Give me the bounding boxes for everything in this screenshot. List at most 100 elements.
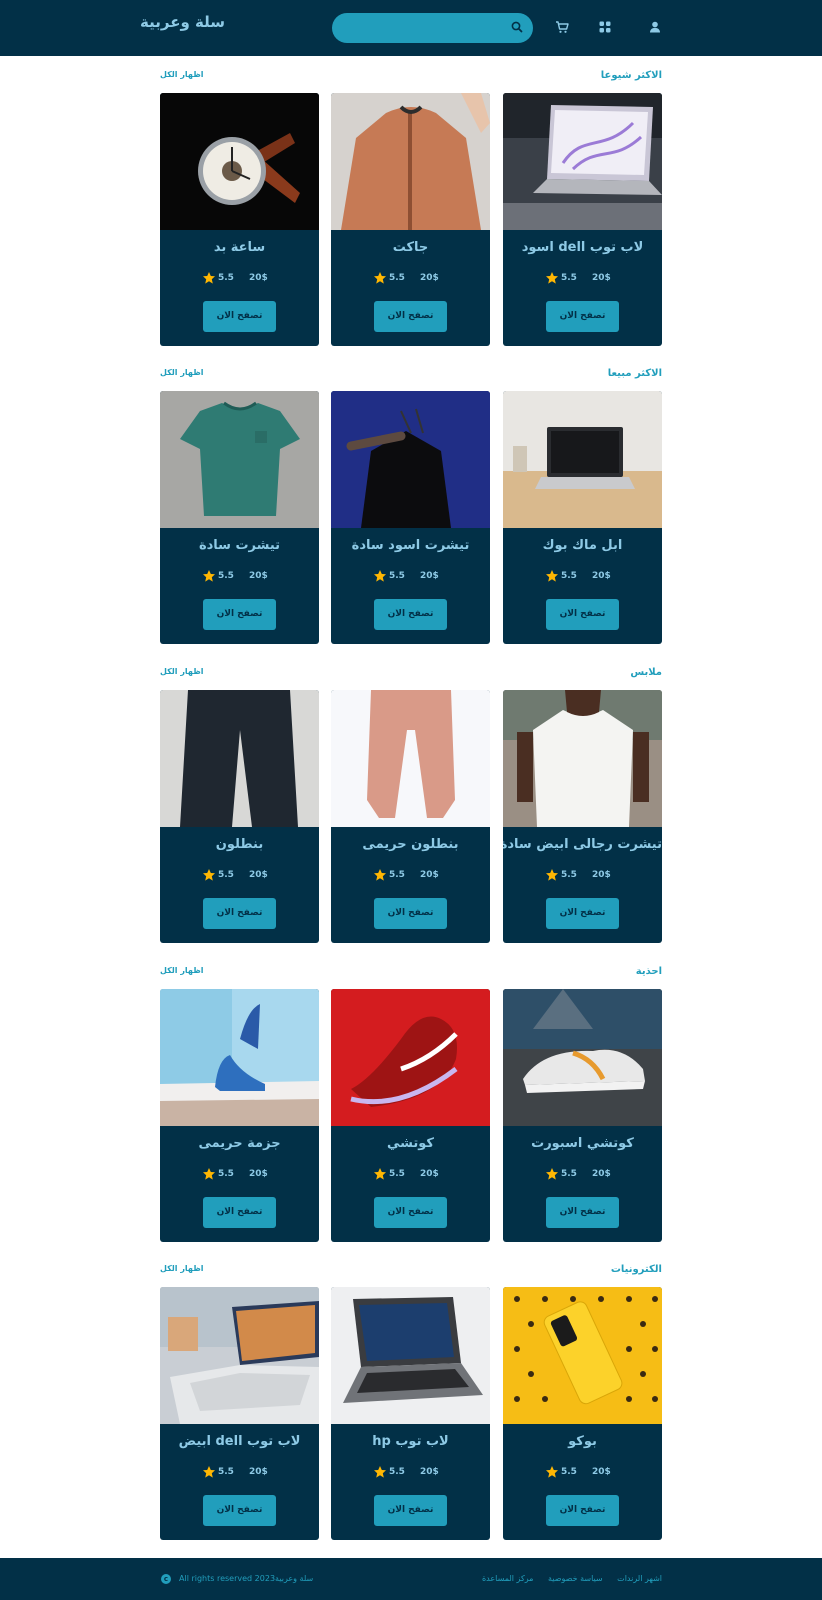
product-image-heels <box>160 989 319 1126</box>
show-all-link[interactable]: اظهار الكل <box>160 70 204 79</box>
copyright-text: All rights reserved سلة وعربية2023 <box>179 1574 314 1583</box>
product-price: 20$ <box>249 870 268 880</box>
user-icon[interactable] <box>647 19 663 35</box>
product-price: 20$ <box>420 571 439 581</box>
product-image-jacket <box>331 93 490 230</box>
product-card[interactable]: جاكت 5.5 20$ تصفح الان <box>331 93 490 346</box>
product-rating: 5.5 <box>561 1169 577 1179</box>
cart-icon[interactable] <box>554 19 570 35</box>
browse-now-button[interactable]: تصفح الان <box>546 599 619 630</box>
product-name: تيشرت سادة <box>198 538 281 553</box>
product-card[interactable]: بنطلون حريمى 5.5 20$ تصفح الان <box>331 690 490 943</box>
star-icon <box>374 272 386 284</box>
product-card[interactable]: كوتشي اسبورت 5.5 20$ تصفح الان <box>503 989 662 1242</box>
browse-now-button[interactable]: تصفح الان <box>374 1495 447 1526</box>
star-icon <box>374 1466 386 1478</box>
product-image-macbook <box>503 391 662 528</box>
section-title: الكترونيات <box>610 1264 662 1275</box>
product-rating: 5.5 <box>561 571 577 581</box>
browse-now-button[interactable]: تصفح الان <box>374 898 447 929</box>
product-name: لاب توب dell ابيض <box>178 1434 301 1449</box>
product-image-watch <box>160 93 319 230</box>
product-image-dark-pants <box>160 690 319 827</box>
product-card[interactable]: تيشرت سادة 5.5 20$ تصفح الان <box>160 391 319 644</box>
product-price: 20$ <box>249 273 268 283</box>
grid-icon[interactable] <box>597 19 613 35</box>
product-card[interactable]: ساعة بد 5.5 20$ تصفح الان <box>160 93 319 346</box>
star-icon <box>546 570 558 582</box>
product-rating: 5.5 <box>218 1467 234 1477</box>
product-card[interactable]: لاب توب dell اسود 5.5 20$ تصفح الان <box>503 93 662 346</box>
product-rating: 5.5 <box>561 273 577 283</box>
browse-now-button[interactable]: تصفح الان <box>374 1197 447 1228</box>
star-icon <box>374 1168 386 1180</box>
brand-logo[interactable]: سلة وعربية <box>140 13 225 31</box>
product-image-laptop <box>503 93 662 230</box>
show-all-link[interactable]: اظهار الكل <box>160 1264 204 1273</box>
browse-now-button[interactable]: تصفح الان <box>374 599 447 630</box>
product-name: لاب توب dell اسود <box>521 240 644 255</box>
product-card[interactable]: لاب توب dell ابيض 5.5 20$ تصفح الان <box>160 1287 319 1540</box>
product-card[interactable]: تيشرت رجالى ابيض سادة 5.5 20$ تصفح الان <box>503 690 662 943</box>
browse-now-button[interactable]: تصفح الان <box>203 1197 276 1228</box>
show-all-link[interactable]: اظهار الكل <box>160 966 204 975</box>
product-price: 20$ <box>249 1169 268 1179</box>
product-card[interactable]: لاب توب hp 5.5 20$ تصفح الان <box>331 1287 490 1540</box>
product-rating: 5.5 <box>218 870 234 880</box>
section-title: الاكثر مبيعا <box>607 368 662 379</box>
section-title: الاكثر شيوعا <box>600 70 662 81</box>
product-price: 20$ <box>420 1467 439 1477</box>
section-clothes: ملابس اظهار الكل تيشرت رجالى ابيض سادة 5… <box>160 667 662 947</box>
footer-link-brands[interactable]: اشهر الرندات <box>617 1574 662 1583</box>
show-all-link[interactable]: اظهار الكل <box>160 368 204 377</box>
product-rating: 5.5 <box>561 870 577 880</box>
browse-now-button[interactable]: تصفح الان <box>203 1495 276 1526</box>
browse-now-button[interactable]: تصفح الان <box>203 898 276 929</box>
star-icon <box>203 869 215 881</box>
product-price: 20$ <box>592 571 611 581</box>
browse-now-button[interactable]: تصفح الان <box>203 301 276 332</box>
product-name: جاكت <box>392 240 429 255</box>
browse-now-button[interactable]: تصفح الان <box>546 1495 619 1526</box>
product-card[interactable]: تيشرت اسود سادة 5.5 20$ تصفح الان <box>331 391 490 644</box>
search-icon[interactable] <box>510 20 524 34</box>
product-image-pink-pants <box>331 690 490 827</box>
footer-link-privacy[interactable]: سياسة خصوصية <box>548 1574 603 1583</box>
product-name: بنطلون <box>215 837 264 852</box>
product-card[interactable]: كوتشي 5.5 20$ تصفح الان <box>331 989 490 1242</box>
product-name: كوتشي اسبورت <box>531 1136 634 1151</box>
section-best-selling: الاكثر مبيعا اظهار الكل ابل ماك بوك 5.5 … <box>160 368 662 648</box>
section-title: احذية <box>635 966 662 977</box>
product-price: 20$ <box>592 273 611 283</box>
product-name: ابل ماك بوك <box>542 538 623 553</box>
browse-now-button[interactable]: تصفح الان <box>374 301 447 332</box>
browse-now-button[interactable]: تصفح الان <box>546 1197 619 1228</box>
product-rating: 5.5 <box>389 1467 405 1477</box>
product-price: 20$ <box>592 1467 611 1477</box>
star-icon <box>203 570 215 582</box>
product-name: كوتشي <box>387 1136 434 1151</box>
product-card[interactable]: بنطلون 5.5 20$ تصفح الان <box>160 690 319 943</box>
search-input[interactable] <box>332 13 533 43</box>
product-image-white-laptop <box>160 1287 319 1424</box>
product-rating: 5.5 <box>218 571 234 581</box>
section-shoes: احذية اظهار الكل كوتشي اسبورت 5.5 20$ تص… <box>160 966 662 1246</box>
product-name: بوكو <box>568 1434 597 1449</box>
product-image-sport-shoe <box>503 989 662 1126</box>
product-image-white-shirt <box>503 690 662 827</box>
product-price: 20$ <box>420 273 439 283</box>
product-card[interactable]: بوكو 5.5 20$ تصفح الان <box>503 1287 662 1540</box>
site-header: سلة وعربية <box>0 0 822 56</box>
product-name: ساعة بد <box>213 240 266 255</box>
star-icon <box>203 1168 215 1180</box>
product-card[interactable]: ابل ماك بوك 5.5 20$ تصفح الان <box>503 391 662 644</box>
browse-now-button[interactable]: تصفح الان <box>203 599 276 630</box>
browse-now-button[interactable]: تصفح الان <box>546 898 619 929</box>
star-icon <box>546 1168 558 1180</box>
star-icon <box>203 272 215 284</box>
browse-now-button[interactable]: تصفح الان <box>546 301 619 332</box>
product-card[interactable]: جزمة حريمى 5.5 20$ تصفح الان <box>160 989 319 1242</box>
show-all-link[interactable]: اظهار الكل <box>160 667 204 676</box>
product-image-poco-phone <box>503 1287 662 1424</box>
footer-link-help[interactable]: مركز المساعدة <box>482 1574 534 1583</box>
